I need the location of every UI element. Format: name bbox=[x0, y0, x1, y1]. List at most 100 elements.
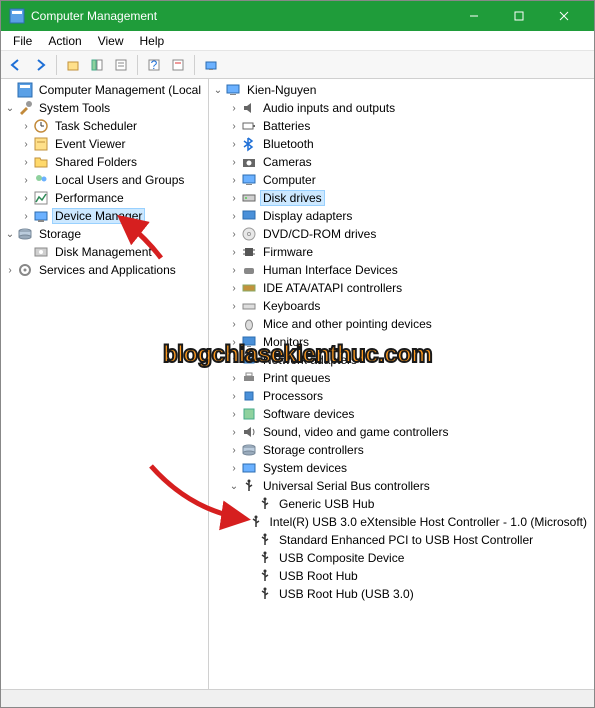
collapse-icon[interactable]: › bbox=[227, 391, 241, 402]
system-tools-node[interactable]: ⌄System Tools bbox=[3, 99, 208, 117]
perf-icon bbox=[33, 190, 49, 206]
collapse-icon[interactable]: › bbox=[227, 193, 241, 204]
collapse-icon[interactable]: › bbox=[227, 355, 241, 366]
collapse-icon[interactable]: › bbox=[227, 373, 241, 384]
minimize-button[interactable] bbox=[451, 1, 496, 31]
device-category-system-devices[interactable]: ›System devices bbox=[211, 459, 594, 477]
collapse-icon[interactable]: › bbox=[19, 175, 33, 186]
device-category-processors[interactable]: ›Processors bbox=[211, 387, 594, 405]
ide-icon bbox=[241, 280, 257, 296]
collapse-icon[interactable]: › bbox=[227, 121, 241, 132]
collapse-icon[interactable]: › bbox=[227, 409, 241, 420]
services-icon bbox=[17, 262, 33, 278]
collapse-icon[interactable]: › bbox=[227, 301, 241, 312]
collapse-icon[interactable]: › bbox=[19, 121, 33, 132]
menu-help[interactable]: Help bbox=[132, 32, 173, 50]
maximize-button[interactable] bbox=[496, 1, 541, 31]
collapse-icon[interactable]: › bbox=[227, 139, 241, 150]
left-item-event-viewer[interactable]: ›Event Viewer bbox=[3, 135, 208, 153]
device-category-display-adapters[interactable]: ›Display adapters bbox=[211, 207, 594, 225]
collapse-icon[interactable]: › bbox=[227, 283, 241, 294]
device-category-human-interface-devices[interactable]: ›Human Interface Devices bbox=[211, 261, 594, 279]
storage-node[interactable]: ⌄Storage bbox=[3, 225, 208, 243]
device-item[interactable]: Generic USB Hub bbox=[211, 495, 594, 513]
device-category-audio-inputs-and-outputs[interactable]: ›Audio inputs and outputs bbox=[211, 99, 594, 117]
device-category-universal-serial-bus-controllers[interactable]: ⌄Universal Serial Bus controllers bbox=[211, 477, 594, 495]
device-item[interactable]: USB Root Hub bbox=[211, 567, 594, 585]
collapse-icon[interactable]: › bbox=[19, 157, 33, 168]
close-button[interactable] bbox=[541, 1, 586, 31]
up-button[interactable] bbox=[62, 54, 84, 76]
left-item-task-scheduler[interactable]: ›Task Scheduler bbox=[3, 117, 208, 135]
device-category-cameras[interactable]: ›Cameras bbox=[211, 153, 594, 171]
collapse-icon[interactable]: › bbox=[227, 463, 241, 474]
left-pane: Computer Management (Local⌄System Tools›… bbox=[1, 79, 209, 689]
left-tree[interactable]: Computer Management (Local⌄System Tools›… bbox=[1, 81, 208, 279]
services-node[interactable]: ›Services and Applications bbox=[3, 261, 208, 279]
help-button[interactable] bbox=[167, 54, 189, 76]
scan-hardware-button[interactable] bbox=[200, 54, 222, 76]
device-category-keyboards[interactable]: ›Keyboards bbox=[211, 297, 594, 315]
forward-button[interactable] bbox=[29, 54, 51, 76]
menu-action[interactable]: Action bbox=[40, 32, 89, 50]
expand-icon[interactable]: ⌄ bbox=[3, 229, 17, 240]
device-category-firmware[interactable]: ›Firmware bbox=[211, 243, 594, 261]
device-category-computer[interactable]: ›Computer bbox=[211, 171, 594, 189]
toolbar-separator bbox=[194, 55, 195, 75]
expand-icon[interactable]: ⌄ bbox=[3, 103, 17, 114]
collapse-icon[interactable]: › bbox=[227, 103, 241, 114]
left-item-performance[interactable]: ›Performance bbox=[3, 189, 208, 207]
device-category-bluetooth[interactable]: ›Bluetooth bbox=[211, 135, 594, 153]
collapse-icon[interactable]: › bbox=[227, 211, 241, 222]
properties-button[interactable] bbox=[110, 54, 132, 76]
toolbar-separator bbox=[137, 55, 138, 75]
device-category-batteries[interactable]: ›Batteries bbox=[211, 117, 594, 135]
expand-icon[interactable]: ⌄ bbox=[227, 481, 241, 492]
device-item[interactable]: Intel(R) USB 3.0 eXtensible Host Control… bbox=[211, 513, 594, 531]
usb-icon bbox=[257, 532, 273, 548]
usb-icon bbox=[248, 514, 264, 530]
refresh-button[interactable]: ? bbox=[143, 54, 165, 76]
menu-view[interactable]: View bbox=[90, 32, 132, 50]
collapse-icon[interactable]: › bbox=[227, 427, 241, 438]
collapse-icon[interactable]: › bbox=[227, 229, 241, 240]
collapse-icon[interactable]: › bbox=[227, 247, 241, 258]
collapse-icon[interactable]: › bbox=[227, 157, 241, 168]
mgmt-icon bbox=[17, 82, 33, 98]
collapse-icon[interactable]: › bbox=[227, 337, 241, 348]
device-root-node[interactable]: ⌄Kien-Nguyen bbox=[211, 81, 594, 99]
device-item[interactable]: Standard Enhanced PCI to USB Host Contro… bbox=[211, 531, 594, 549]
left-item-device-manager[interactable]: ›Device Manager bbox=[3, 207, 208, 225]
device-item[interactable]: USB Root Hub (USB 3.0) bbox=[211, 585, 594, 603]
menu-file[interactable]: File bbox=[5, 32, 40, 50]
device-category-monitors[interactable]: ›Monitors bbox=[211, 333, 594, 351]
device-category-storage-controllers[interactable]: ›Storage controllers bbox=[211, 441, 594, 459]
collapse-icon[interactable]: › bbox=[19, 193, 33, 204]
collapse-icon[interactable]: › bbox=[3, 265, 17, 276]
device-category-mice-and-other-pointing-devices[interactable]: ›Mice and other pointing devices bbox=[211, 315, 594, 333]
collapse-icon[interactable]: › bbox=[19, 211, 33, 222]
show-hide-tree-button[interactable] bbox=[86, 54, 108, 76]
left-item-disk-management[interactable]: Disk Management bbox=[3, 243, 208, 261]
collapse-icon[interactable]: › bbox=[227, 175, 241, 186]
back-button[interactable] bbox=[5, 54, 27, 76]
collapse-icon[interactable]: › bbox=[19, 139, 33, 150]
device-category-dvd-cd-rom-drives[interactable]: ›DVD/CD-ROM drives bbox=[211, 225, 594, 243]
device-category-disk-drives[interactable]: ›Disk drives bbox=[211, 189, 594, 207]
left-root-node[interactable]: Computer Management (Local bbox=[3, 81, 208, 99]
device-category-ide-ata-atapi-controllers[interactable]: ›IDE ATA/ATAPI controllers bbox=[211, 279, 594, 297]
device-category-network-adapters[interactable]: ›Network adapters bbox=[211, 351, 594, 369]
device-tree[interactable]: ⌄Kien-Nguyen›Audio inputs and outputs›Ba… bbox=[209, 81, 594, 603]
device-category-sound-video-and-game-controllers[interactable]: ›Sound, video and game controllers bbox=[211, 423, 594, 441]
storage-icon bbox=[241, 442, 257, 458]
device-category-print-queues[interactable]: ›Print queues bbox=[211, 369, 594, 387]
device-category-software-devices[interactable]: ›Software devices bbox=[211, 405, 594, 423]
device-item[interactable]: USB Composite Device bbox=[211, 549, 594, 567]
left-item-shared-folders[interactable]: ›Shared Folders bbox=[3, 153, 208, 171]
left-item-local-users-and-groups[interactable]: ›Local Users and Groups bbox=[3, 171, 208, 189]
collapse-icon[interactable]: › bbox=[227, 445, 241, 456]
disk-icon bbox=[33, 244, 49, 260]
collapse-icon[interactable]: › bbox=[227, 265, 241, 276]
expand-icon[interactable]: ⌄ bbox=[211, 85, 225, 96]
collapse-icon[interactable]: › bbox=[227, 319, 241, 330]
